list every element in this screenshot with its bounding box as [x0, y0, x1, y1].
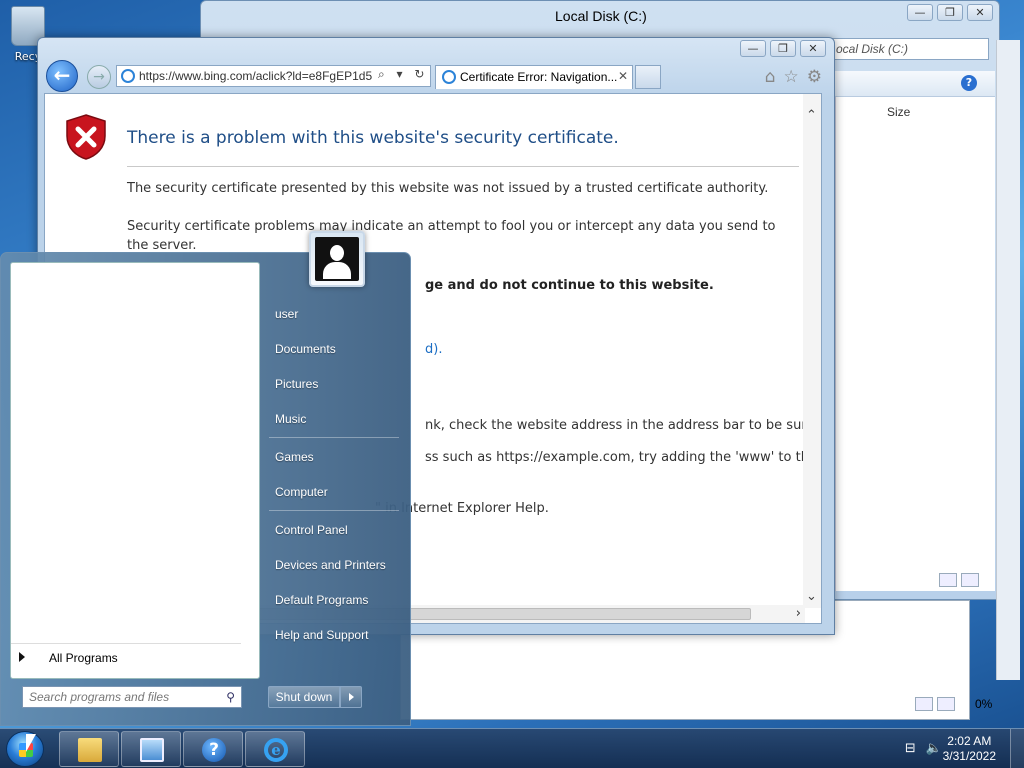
help-icon[interactable]: ? — [961, 75, 977, 91]
command-icons: ⌂ ☆ ⚙ — [765, 67, 822, 87]
preview-view-icon[interactable] — [961, 573, 979, 587]
ie-logo-icon — [442, 70, 456, 84]
details-view-icon[interactable] — [939, 573, 957, 587]
start-item-user[interactable]: user — [275, 307, 298, 321]
shutdown-options-button[interactable] — [340, 686, 362, 708]
new-tab-button[interactable] — [635, 65, 661, 89]
more-info-text-3: " in Internet Explorer Help. — [375, 501, 549, 516]
taskbar-help-button[interactable]: ? — [183, 731, 243, 767]
mouse-cursor-icon — [26, 734, 36, 752]
column-header-size[interactable]: Size — [887, 105, 910, 119]
all-programs[interactable]: All Programs — [11, 643, 241, 665]
paragraph-1: The security certificate presented by th… — [127, 181, 769, 196]
preview-view-icon[interactable] — [937, 697, 955, 711]
clock[interactable]: 2:02 AM 3/31/2022 — [943, 734, 996, 764]
explorer-window-controls: — ❐ ✕ — [907, 4, 993, 21]
star-icon[interactable]: ☆ — [784, 67, 799, 87]
address-bar-buttons[interactable]: ⌕ ▾ ↻ — [378, 67, 428, 82]
taskbar-explorer-button[interactable] — [59, 731, 119, 767]
start-item-documents[interactable]: Documents — [275, 342, 336, 356]
start-button[interactable] — [6, 731, 44, 767]
start-item-games[interactable]: Games — [275, 450, 314, 464]
tab-certificate-error[interactable]: Certificate Error: Navigation... ✕ — [435, 65, 633, 89]
chevron-right-icon — [19, 652, 25, 662]
restore-button[interactable]: ❐ — [937, 4, 963, 21]
explorer-search-input[interactable]: ocal Disk (C:) — [831, 38, 989, 60]
divider — [269, 510, 399, 511]
ie-logo-icon — [121, 69, 135, 83]
network-icon[interactable]: ⊟ — [905, 741, 916, 756]
help-icon: ? — [202, 738, 226, 762]
start-item-help-support[interactable]: Help and Support — [275, 628, 368, 642]
continue-link[interactable]: d). — [425, 340, 821, 359]
back-arrow-icon[interactable]: ← — [46, 60, 78, 92]
home-icon[interactable]: ⌂ — [765, 67, 776, 87]
scroll-right-icon[interactable]: › — [796, 606, 801, 621]
paragraph-2: Security certificate problems may indica… — [127, 219, 776, 253]
close-button[interactable]: ✕ — [967, 4, 993, 21]
ie-logo-icon: e — [264, 738, 288, 762]
search-input[interactable]: Search programs and files ⚲ — [22, 686, 242, 708]
user-head — [330, 245, 344, 261]
divider — [269, 437, 399, 438]
avatar[interactable] — [309, 231, 365, 287]
search-placeholder: Search programs and files — [29, 690, 170, 704]
vertical-scrollbar[interactable] — [996, 40, 1020, 680]
start-menu: All Programs Search programs and files ⚲… — [0, 231, 411, 726]
start-item-computer[interactable]: Computer — [275, 485, 328, 499]
start-item-devices-printers[interactable]: Devices and Printers — [275, 558, 386, 572]
all-programs-label: All Programs — [49, 651, 118, 665]
zoom-level: 0% — [975, 697, 993, 711]
clock-time: 2:02 AM — [947, 734, 992, 748]
view-buttons-2 — [915, 697, 955, 711]
tab-title: Certificate Error: Navigation... — [460, 70, 618, 84]
vertical-scrollbar[interactable]: ⌃ ⌄ — [803, 94, 821, 608]
view-buttons — [939, 573, 979, 587]
search-icon[interactable]: ⚲ — [226, 690, 235, 704]
volume-icon[interactable]: 🔈 — [926, 741, 942, 756]
page-title: There is a problem with this website's s… — [127, 128, 619, 148]
taskbar-network-button[interactable] — [121, 731, 181, 767]
taskbar-ie-button[interactable]: e — [245, 731, 305, 767]
programs-pane — [10, 262, 260, 679]
more-info-text-1: nk, check the website address in the add… — [425, 418, 815, 433]
show-desktop-button[interactable] — [1010, 729, 1024, 768]
gear-icon[interactable]: ⚙ — [807, 67, 822, 87]
more-info-text-2: ss such as https://example.com, try addi… — [425, 450, 817, 465]
system-tray: ⊟ 🔈 — [905, 741, 942, 756]
details-view-icon[interactable] — [915, 697, 933, 711]
scroll-up-icon[interactable]: ⌃ — [806, 108, 817, 123]
ie-window-controls: — ❐ ✕ — [740, 40, 826, 57]
clock-date: 3/31/2022 — [942, 749, 996, 763]
restore-button[interactable]: ❐ — [770, 40, 796, 57]
recommendation-text: ge and do not continue to this website. — [425, 278, 714, 293]
start-item-control-panel[interactable]: Control Panel — [275, 523, 348, 537]
security-shield-icon — [66, 114, 106, 160]
user-picture — [315, 237, 359, 281]
scroll-down-icon[interactable]: ⌄ — [806, 589, 817, 604]
forward-arrow-icon[interactable]: → — [87, 65, 111, 89]
start-item-pictures[interactable]: Pictures — [275, 377, 318, 391]
shutdown-button[interactable]: Shut down — [268, 686, 340, 708]
minimize-button[interactable]: — — [740, 40, 766, 57]
explorer-file-list[interactable] — [835, 97, 995, 591]
taskbar: ? e ⊟ 🔈 2:02 AM 3/31/2022 — [0, 728, 1024, 768]
close-tab-icon[interactable]: ✕ — [618, 69, 628, 83]
start-item-music[interactable]: Music — [275, 412, 306, 426]
address-url: https://www.bing.com/aclick?ld=e8FgEP1d5 — [139, 69, 373, 83]
close-button[interactable]: ✕ — [800, 40, 826, 57]
minimize-button[interactable]: — — [907, 4, 933, 21]
start-item-default-programs[interactable]: Default Programs — [275, 593, 368, 607]
monitor-icon — [140, 738, 164, 762]
user-body — [323, 262, 351, 279]
explorer-title: Local Disk (C:) — [555, 8, 647, 24]
divider — [127, 166, 799, 167]
folder-icon — [78, 738, 102, 762]
